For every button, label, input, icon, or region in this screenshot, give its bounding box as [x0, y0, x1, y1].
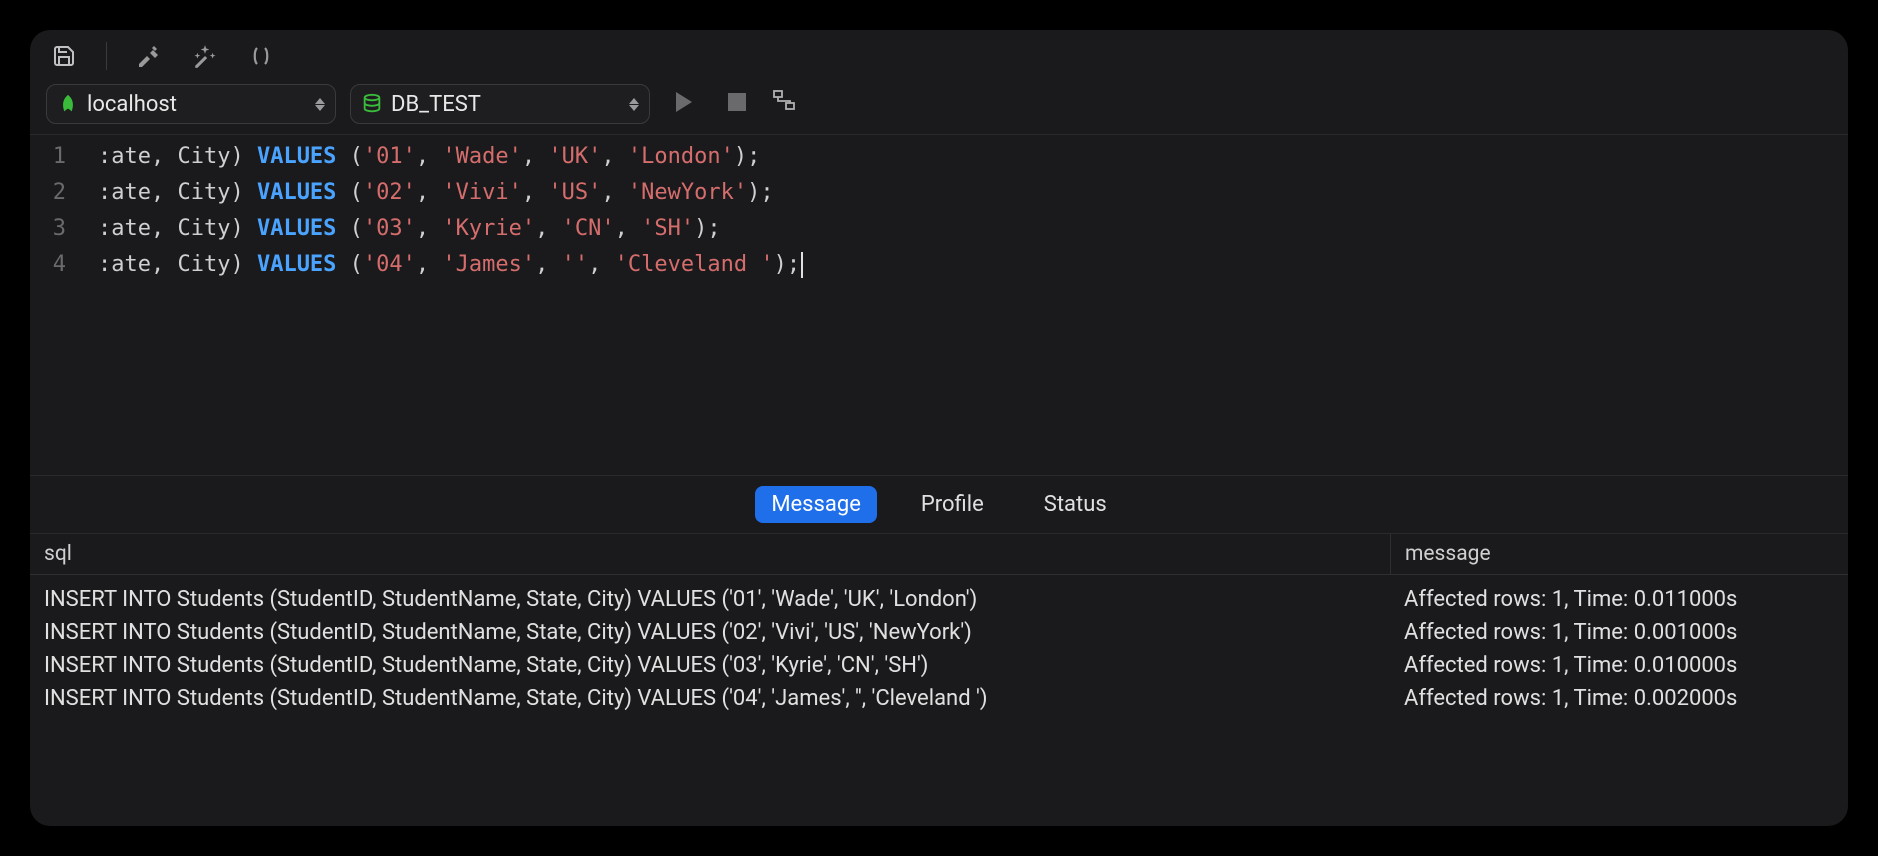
main-toolbar: [30, 30, 1848, 78]
host-dropdown[interactable]: localhost: [46, 84, 336, 124]
chevron-updown-icon: [629, 98, 639, 111]
code-area[interactable]: :ate, City) VALUES ('01', 'Wade', 'UK', …: [80, 139, 1848, 475]
output-tabs: Message Profile Status: [30, 475, 1848, 534]
result-message: Affected rows: 1, Time: 0.011000s: [1390, 585, 1848, 614]
result-row[interactable]: INSERT INTO Students (StudentID, Student…: [30, 583, 1848, 616]
host-leaf-icon: [57, 93, 79, 115]
column-header-sql[interactable]: sql: [30, 534, 1390, 574]
save-icon[interactable]: [50, 42, 78, 70]
results-body: INSERT INTO Students (StudentID, Student…: [30, 575, 1848, 826]
tab-message[interactable]: Message: [755, 486, 877, 523]
result-row[interactable]: INSERT INTO Students (StudentID, Student…: [30, 616, 1848, 649]
result-sql: INSERT INTO Students (StudentID, Student…: [30, 684, 1390, 713]
hammer-icon[interactable]: [135, 42, 163, 70]
line-number-gutter: 1234: [30, 139, 80, 475]
results-header: sql message: [30, 534, 1848, 575]
database-icon: [361, 93, 383, 115]
toolbar-separator: [106, 42, 107, 70]
code-line[interactable]: :ate, City) VALUES ('02', 'Vivi', 'US', …: [98, 175, 1848, 211]
result-sql: INSERT INTO Students (StudentID, Student…: [30, 618, 1390, 647]
stop-button[interactable]: [726, 91, 748, 117]
result-row[interactable]: INSERT INTO Students (StudentID, Student…: [30, 682, 1848, 715]
sql-editor[interactable]: 1234 :ate, City) VALUES ('01', 'Wade', '…: [30, 135, 1848, 475]
text-cursor: [801, 252, 803, 278]
line-number: 2: [30, 175, 66, 211]
magic-wand-icon[interactable]: [191, 42, 219, 70]
code-line[interactable]: :ate, City) VALUES ('01', 'Wade', 'UK', …: [98, 139, 1848, 175]
chevron-updown-icon: [315, 98, 325, 111]
sql-editor-window: localhost DB_TEST: [30, 30, 1848, 826]
results-panel: sql message INSERT INTO Students (Studen…: [30, 534, 1848, 826]
result-row[interactable]: INSERT INTO Students (StudentID, Student…: [30, 649, 1848, 682]
result-sql: INSERT INTO Students (StudentID, Student…: [30, 651, 1390, 680]
line-number: 1: [30, 139, 66, 175]
parentheses-icon[interactable]: [247, 42, 275, 70]
explain-button[interactable]: [772, 89, 798, 119]
connection-bar: localhost DB_TEST: [30, 78, 1848, 135]
result-message: Affected rows: 1, Time: 0.010000s: [1390, 651, 1848, 680]
run-button[interactable]: [674, 90, 702, 118]
host-name: localhost: [87, 92, 307, 117]
code-line[interactable]: :ate, City) VALUES ('03', 'Kyrie', 'CN',…: [98, 211, 1848, 247]
result-message: Affected rows: 1, Time: 0.002000s: [1390, 684, 1848, 713]
line-number: 4: [30, 247, 66, 283]
column-header-message[interactable]: message: [1390, 534, 1848, 574]
line-number: 3: [30, 211, 66, 247]
result-sql: INSERT INTO Students (StudentID, Student…: [30, 585, 1390, 614]
code-line[interactable]: :ate, City) VALUES ('04', 'James', '', '…: [98, 247, 1848, 283]
result-message: Affected rows: 1, Time: 0.001000s: [1390, 618, 1848, 647]
tab-status[interactable]: Status: [1028, 486, 1123, 523]
database-name: DB_TEST: [391, 92, 621, 117]
tab-profile[interactable]: Profile: [905, 486, 1000, 523]
database-dropdown[interactable]: DB_TEST: [350, 84, 650, 124]
run-controls: [674, 89, 798, 119]
